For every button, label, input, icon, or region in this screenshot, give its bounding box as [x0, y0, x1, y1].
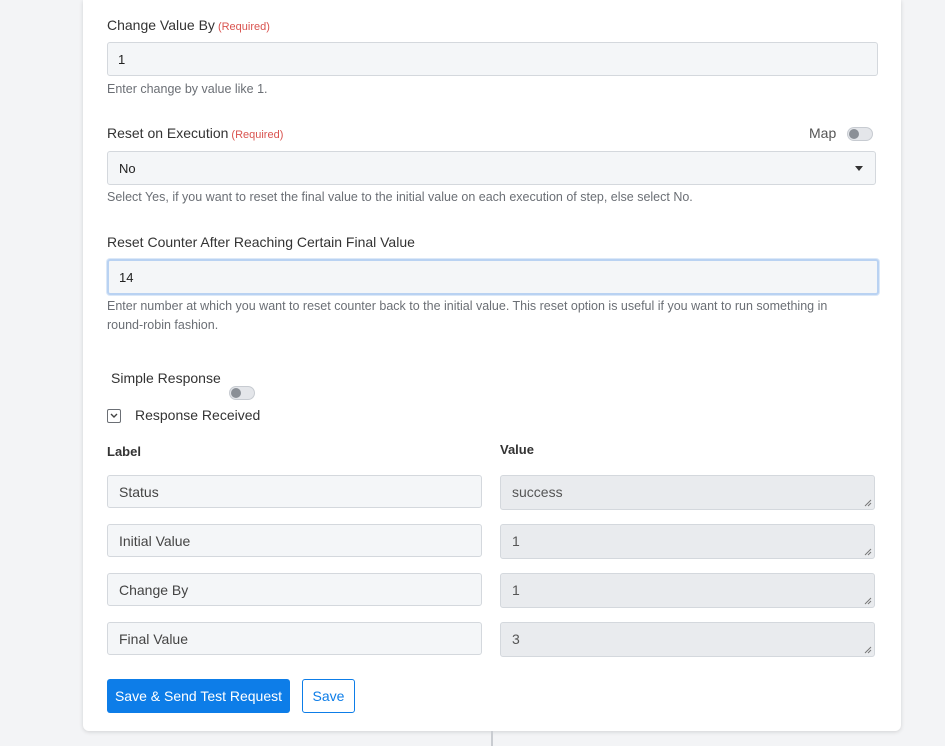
- change-value-label-text: Change Value By: [107, 17, 215, 33]
- response-value-field[interactable]: 3: [500, 622, 875, 657]
- flow-connector-line: [491, 731, 493, 746]
- simple-response-toggle[interactable]: [229, 386, 255, 400]
- change-value-label: Change Value By (Required): [107, 17, 270, 33]
- change-value-help: Enter change by value like 1.: [107, 82, 268, 96]
- reset-counter-input[interactable]: 14: [107, 259, 879, 295]
- resize-handle-icon[interactable]: [864, 548, 872, 556]
- response-label-field[interactable]: Final Value: [107, 622, 482, 655]
- response-label-field[interactable]: Change By: [107, 573, 482, 606]
- reset-exec-help: Select Yes, if you want to reset the fin…: [107, 190, 693, 204]
- response-value-text: 1: [512, 582, 520, 598]
- reset-exec-label: Reset on Execution (Required): [107, 125, 283, 141]
- response-received-label: Response Received: [135, 407, 261, 423]
- chevron-down-icon: [110, 413, 118, 418]
- change-value-text: 1: [118, 51, 126, 67]
- reset-counter-text: 14: [119, 269, 134, 285]
- reset-counter-help-1: Enter number at which you want to reset …: [107, 299, 828, 313]
- reset-counter-label: Reset Counter After Reaching Certain Fin…: [107, 234, 415, 250]
- response-label-field[interactable]: Status: [107, 475, 482, 508]
- response-value-field[interactable]: 1: [500, 524, 875, 559]
- response-value-field[interactable]: success: [500, 475, 875, 510]
- response-label-field[interactable]: Initial Value: [107, 524, 482, 557]
- response-label-text: Final Value: [119, 630, 189, 647]
- required-tag: (Required): [217, 21, 270, 33]
- map-label: Map: [809, 125, 837, 141]
- response-value-text: success: [512, 484, 563, 500]
- response-label-text: Status: [119, 483, 159, 500]
- response-received-checkbox[interactable]: [107, 409, 121, 423]
- save-send-test-button[interactable]: Save & Send Test Request: [107, 679, 290, 713]
- value-column-header: Value: [500, 442, 534, 457]
- simple-response-label: Simple Response: [111, 370, 221, 386]
- required-tag: (Required): [231, 129, 284, 141]
- resize-handle-icon[interactable]: [864, 646, 872, 654]
- save-button[interactable]: Save: [302, 679, 355, 713]
- map-toggle[interactable]: [847, 127, 873, 141]
- change-value-input[interactable]: 1: [107, 42, 878, 76]
- label-column-header: Label: [107, 444, 141, 459]
- response-value-text: 1: [512, 533, 520, 549]
- response-label-text: Initial Value: [119, 532, 191, 549]
- resize-handle-icon[interactable]: [864, 499, 872, 507]
- resize-handle-icon[interactable]: [864, 597, 872, 605]
- response-value-text: 3: [512, 631, 520, 647]
- reset-counter-help-2: round-robin fashion.: [107, 318, 219, 332]
- response-label-text: Change By: [119, 581, 189, 598]
- reset-exec-select[interactable]: No: [107, 151, 876, 185]
- reset-exec-label-text: Reset on Execution: [107, 125, 229, 141]
- reset-exec-selected: No: [119, 160, 136, 176]
- response-value-field[interactable]: 1: [500, 573, 875, 608]
- chevron-down-icon: [855, 165, 863, 171]
